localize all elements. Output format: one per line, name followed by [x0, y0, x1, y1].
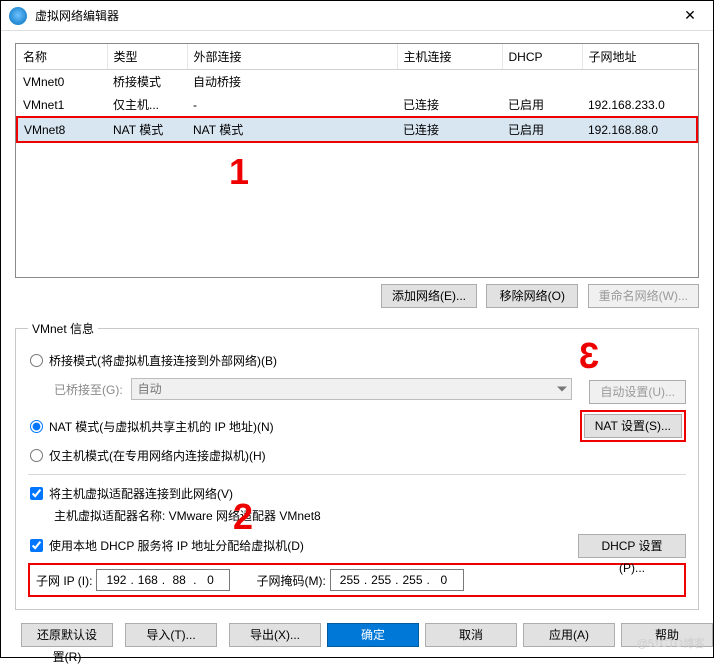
restore-defaults-button[interactable]: 还原默认设置(R): [21, 623, 113, 647]
nat-radio-label: NAT 模式(与虚拟机共享主机的 IP 地址)(N): [49, 418, 274, 435]
connect-host-checkbox[interactable]: [30, 487, 43, 500]
subnet-mask-input[interactable]: 255. 255. 255. 0: [330, 569, 464, 591]
col-type[interactable]: 类型: [107, 44, 187, 70]
col-name[interactable]: 名称: [17, 44, 107, 70]
nat-settings-button[interactable]: NAT 设置(S)...: [584, 414, 682, 438]
table-row[interactable]: VMnet8 NAT 模式 NAT 模式 已连接 已启用 192.168.88.…: [17, 117, 697, 142]
dhcp-checkbox[interactable]: [30, 539, 43, 552]
ok-button[interactable]: 确定: [327, 623, 419, 647]
bridged-radio-row: 桥接模式(将虚拟机直接连接到外部网络)(B): [28, 352, 686, 369]
titlebar: 虚拟网络编辑器 ✕: [1, 1, 713, 31]
nat-radio[interactable]: [30, 420, 43, 433]
col-subnet[interactable]: 子网地址: [582, 44, 697, 70]
col-ext[interactable]: 外部连接: [187, 44, 397, 70]
subnet-ip-input[interactable]: 192. 168. 88. 0: [96, 569, 230, 591]
network-table: 名称 类型 外部连接 主机连接 DHCP 子网地址 VMnet0 桥接模式 自动…: [15, 43, 699, 278]
hostonly-radio-row: 仅主机模式(在专用网络内连接虚拟机)(H): [28, 447, 686, 464]
export-button[interactable]: 导出(X)...: [229, 623, 321, 647]
rename-network-button: 重命名网络(W)...: [588, 284, 699, 308]
add-network-button[interactable]: 添加网络(E)...: [381, 284, 477, 308]
window-title: 虚拟网络编辑器: [35, 7, 677, 24]
table-header-row: 名称 类型 外部连接 主机连接 DHCP 子网地址: [17, 44, 697, 70]
col-dhcp[interactable]: DHCP: [502, 44, 582, 70]
bridged-radio[interactable]: [30, 354, 43, 367]
subnet-row: 子网 IP (I): 192. 168. 88. 0 子网掩码(M): 255.…: [28, 563, 686, 597]
chevron-down-icon: [557, 387, 567, 392]
cancel-button[interactable]: 取消: [425, 623, 517, 647]
help-button[interactable]: 帮助: [621, 623, 713, 647]
app-icon: [9, 7, 27, 25]
hostonly-radio-label: 仅主机模式(在专用网络内连接虚拟机)(H): [49, 447, 266, 464]
table-row[interactable]: VMnet1 仅主机... - 已连接 已启用 192.168.233.0: [17, 93, 697, 117]
close-icon[interactable]: ✕: [677, 3, 703, 29]
bridged-radio-label: 桥接模式(将虚拟机直接连接到外部网络)(B): [49, 352, 277, 369]
host-adapter-name: 主机虚拟适配器名称: VMware 网络适配器 VMnet8: [54, 507, 686, 524]
dhcp-settings-button[interactable]: DHCP 设置(P)...: [578, 534, 686, 558]
network-buttons: 添加网络(E)... 移除网络(O) 重命名网络(W)...: [15, 284, 699, 308]
auto-settings-button: 自动设置(U)...: [589, 380, 686, 404]
vmnet-info-legend: VMnet 信息: [28, 320, 98, 337]
subnet-mask-label: 子网掩码(M):: [256, 572, 325, 589]
hostonly-radio[interactable]: [30, 449, 43, 462]
apply-button[interactable]: 应用(A): [523, 623, 615, 647]
vmnet-info-group: VMnet 信息 桥接模式(将虚拟机直接连接到外部网络)(B) 已桥接至(G):…: [15, 320, 699, 610]
subnet-ip-label: 子网 IP (I):: [36, 572, 92, 589]
bridged-to-select: 自动: [131, 378, 572, 400]
bridged-to-label: 已桥接至(G):: [54, 381, 123, 398]
connect-host-label: 将主机虚拟适配器连接到此网络(V): [49, 485, 233, 502]
bottom-buttons: 还原默认设置(R) 导入(T)... 导出(X)... 确定 取消 应用(A) …: [1, 623, 713, 647]
dhcp-checkbox-label: 使用本地 DHCP 服务将 IP 地址分配给虚拟机(D): [49, 537, 304, 554]
import-button[interactable]: 导入(T)...: [125, 623, 217, 647]
table-row[interactable]: VMnet0 桥接模式 自动桥接: [17, 70, 697, 94]
remove-network-button[interactable]: 移除网络(O): [486, 284, 578, 308]
col-hostconn[interactable]: 主机连接: [397, 44, 502, 70]
